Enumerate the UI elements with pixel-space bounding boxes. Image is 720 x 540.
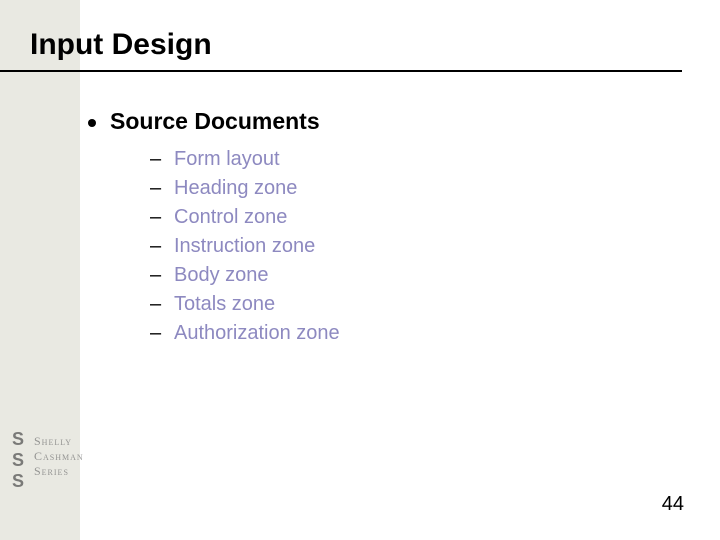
list-item-label: Heading zone — [174, 177, 297, 200]
logo-line: Series — [34, 464, 84, 479]
sub-list: – Form layout – Heading zone – Control z… — [150, 148, 340, 351]
dash-icon: – — [150, 235, 174, 258]
list-item: – Control zone — [150, 206, 340, 229]
title-underline — [0, 70, 682, 72]
list-item-label: Control zone — [174, 206, 287, 229]
list-item: – Body zone — [150, 264, 340, 287]
dash-icon: – — [150, 293, 174, 316]
dash-icon: – — [150, 322, 174, 345]
list-item-label: Body zone — [174, 264, 269, 287]
list-item-label: Authorization zone — [174, 322, 340, 345]
logo-text: Shelly Cashman Series — [34, 434, 84, 479]
bullet-text: Source Documents — [110, 108, 320, 135]
logo-line: Shelly — [34, 434, 84, 449]
list-item-label: Totals zone — [174, 293, 275, 316]
bullet-dot-icon — [88, 119, 96, 127]
list-item: – Heading zone — [150, 177, 340, 200]
page-number: 44 — [662, 493, 684, 516]
logo-line: Cashman — [34, 449, 84, 464]
publisher-logo: SSS Shelly Cashman Series — [12, 430, 90, 490]
list-item: – Instruction zone — [150, 235, 340, 258]
list-item-label: Form layout — [174, 148, 280, 171]
slide-title: Input Design — [30, 28, 212, 62]
dash-icon: – — [150, 177, 174, 200]
logo-s-icon: SSS — [12, 430, 32, 490]
dash-icon: – — [150, 148, 174, 171]
list-item-label: Instruction zone — [174, 235, 315, 258]
list-item: – Authorization zone — [150, 322, 340, 345]
list-item: – Form layout — [150, 148, 340, 171]
dash-icon: – — [150, 264, 174, 287]
dash-icon: – — [150, 206, 174, 229]
bullet-item: Source Documents — [88, 108, 320, 135]
list-item: – Totals zone — [150, 293, 340, 316]
